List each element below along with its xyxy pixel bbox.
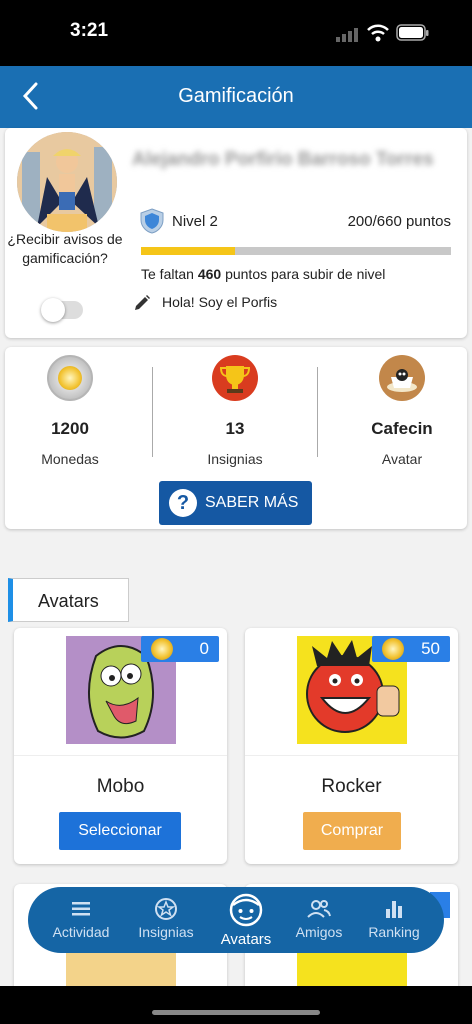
profile-card: Alejandro Porfirio Barroso Torres ¿Recib… bbox=[5, 128, 467, 338]
toggle-knob[interactable] bbox=[41, 298, 65, 322]
coins-stat: 1200 Monedas bbox=[0, 355, 145, 467]
card-divider bbox=[14, 755, 227, 756]
nav-actividad[interactable]: Actividad bbox=[40, 897, 122, 940]
avatar-label: Avatar bbox=[381, 451, 423, 467]
level-progress-fill bbox=[141, 247, 235, 255]
trophy-icon bbox=[212, 355, 258, 401]
badges-stat: 13 Insignias bbox=[160, 355, 310, 467]
wifi-icon bbox=[367, 24, 389, 42]
list-icon bbox=[72, 902, 90, 916]
star-badge-icon bbox=[155, 898, 177, 920]
people-icon bbox=[307, 900, 331, 918]
home-indicator[interactable] bbox=[152, 1010, 320, 1015]
points-needed-suffix: puntos para subir de nivel bbox=[221, 266, 386, 282]
nav-insignias[interactable]: Insignias bbox=[125, 897, 207, 940]
stats-card: 1200 Monedas 13 Insignias Cafecin Avatar… bbox=[5, 347, 467, 529]
nav-label: Actividad bbox=[52, 924, 110, 940]
nav-label: Insignias bbox=[138, 924, 194, 940]
profile-motto: Hola! Soy el Porfis bbox=[162, 294, 278, 310]
coins-value: 1200 bbox=[51, 419, 89, 438]
badges-label: Insignias bbox=[207, 451, 263, 467]
coin-icon bbox=[47, 355, 93, 401]
avatar-name: Mobo bbox=[96, 776, 145, 797]
coin-icon bbox=[151, 638, 173, 660]
avatar-stat: Cafecin Avatar bbox=[327, 355, 472, 467]
stat-divider bbox=[317, 367, 318, 457]
nav-ranking[interactable]: Ranking bbox=[353, 897, 435, 940]
learn-more-label: SABER MÁS bbox=[205, 494, 299, 511]
points-needed-text: Te faltan 460 puntos para subir de nivel bbox=[141, 266, 385, 282]
select-button[interactable]: Seleccionar bbox=[59, 812, 181, 850]
points-needed-prefix: Te faltan bbox=[141, 266, 198, 282]
avatar-card-rocker: 50 Rocker Comprar bbox=[245, 628, 458, 864]
signal-icon bbox=[336, 28, 358, 42]
battery-icon bbox=[396, 24, 429, 41]
price-badge: 0 bbox=[141, 636, 219, 662]
notification-label: ¿Recibir avisos de gamificación? bbox=[7, 231, 123, 266]
price-value: 0 bbox=[199, 639, 209, 658]
level-label: Nivel 2 bbox=[172, 213, 218, 230]
nav-amigos[interactable]: Amigos bbox=[278, 897, 360, 940]
card-divider bbox=[245, 755, 458, 756]
avatars-section-tab: Avatars bbox=[8, 578, 129, 622]
level-progress-bar bbox=[141, 247, 451, 255]
points-label: 200/660 puntos bbox=[347, 213, 451, 230]
coffee-avatar-icon bbox=[379, 355, 425, 401]
home-indicator-area bbox=[0, 986, 472, 1024]
bottom-navigation: Actividad Insignias Avatars Amigos Ranki… bbox=[28, 887, 444, 953]
nav-label: Amigos bbox=[295, 924, 343, 940]
stat-divider bbox=[152, 367, 153, 457]
nav-label: Ranking bbox=[368, 924, 420, 940]
face-icon bbox=[229, 893, 263, 927]
price-value: 50 bbox=[421, 639, 440, 658]
learn-more-button[interactable]: ? SABER MÁS bbox=[159, 481, 312, 525]
bar-chart-icon bbox=[386, 901, 402, 918]
status-bar: 3:21 bbox=[0, 0, 472, 66]
points-needed-value: 460 bbox=[197, 266, 222, 282]
edit-icon[interactable] bbox=[133, 294, 151, 312]
coins-label: Monedas bbox=[41, 451, 99, 467]
avatar-value: Cafecin bbox=[371, 419, 433, 438]
profile-avatar[interactable] bbox=[17, 132, 117, 232]
avatar-card-mobo: 0 Mobo Seleccionar bbox=[14, 628, 227, 864]
avatar-name: Rocker bbox=[321, 776, 382, 797]
app-header: Gamificación bbox=[0, 66, 472, 128]
nav-avatars[interactable]: Avatars bbox=[205, 893, 287, 948]
shield-icon bbox=[140, 208, 164, 234]
page-title: Gamificación bbox=[178, 85, 294, 107]
nav-label: Avatars bbox=[220, 931, 272, 948]
help-icon: ? bbox=[169, 489, 197, 517]
status-time: 3:21 bbox=[70, 20, 109, 41]
buy-button[interactable]: Comprar bbox=[303, 812, 401, 850]
coin-icon bbox=[382, 638, 404, 660]
badges-value: 13 bbox=[225, 419, 245, 438]
price-badge: 50 bbox=[372, 636, 450, 662]
user-name: Alejandro Porfirio Barroso Torres bbox=[132, 149, 434, 170]
